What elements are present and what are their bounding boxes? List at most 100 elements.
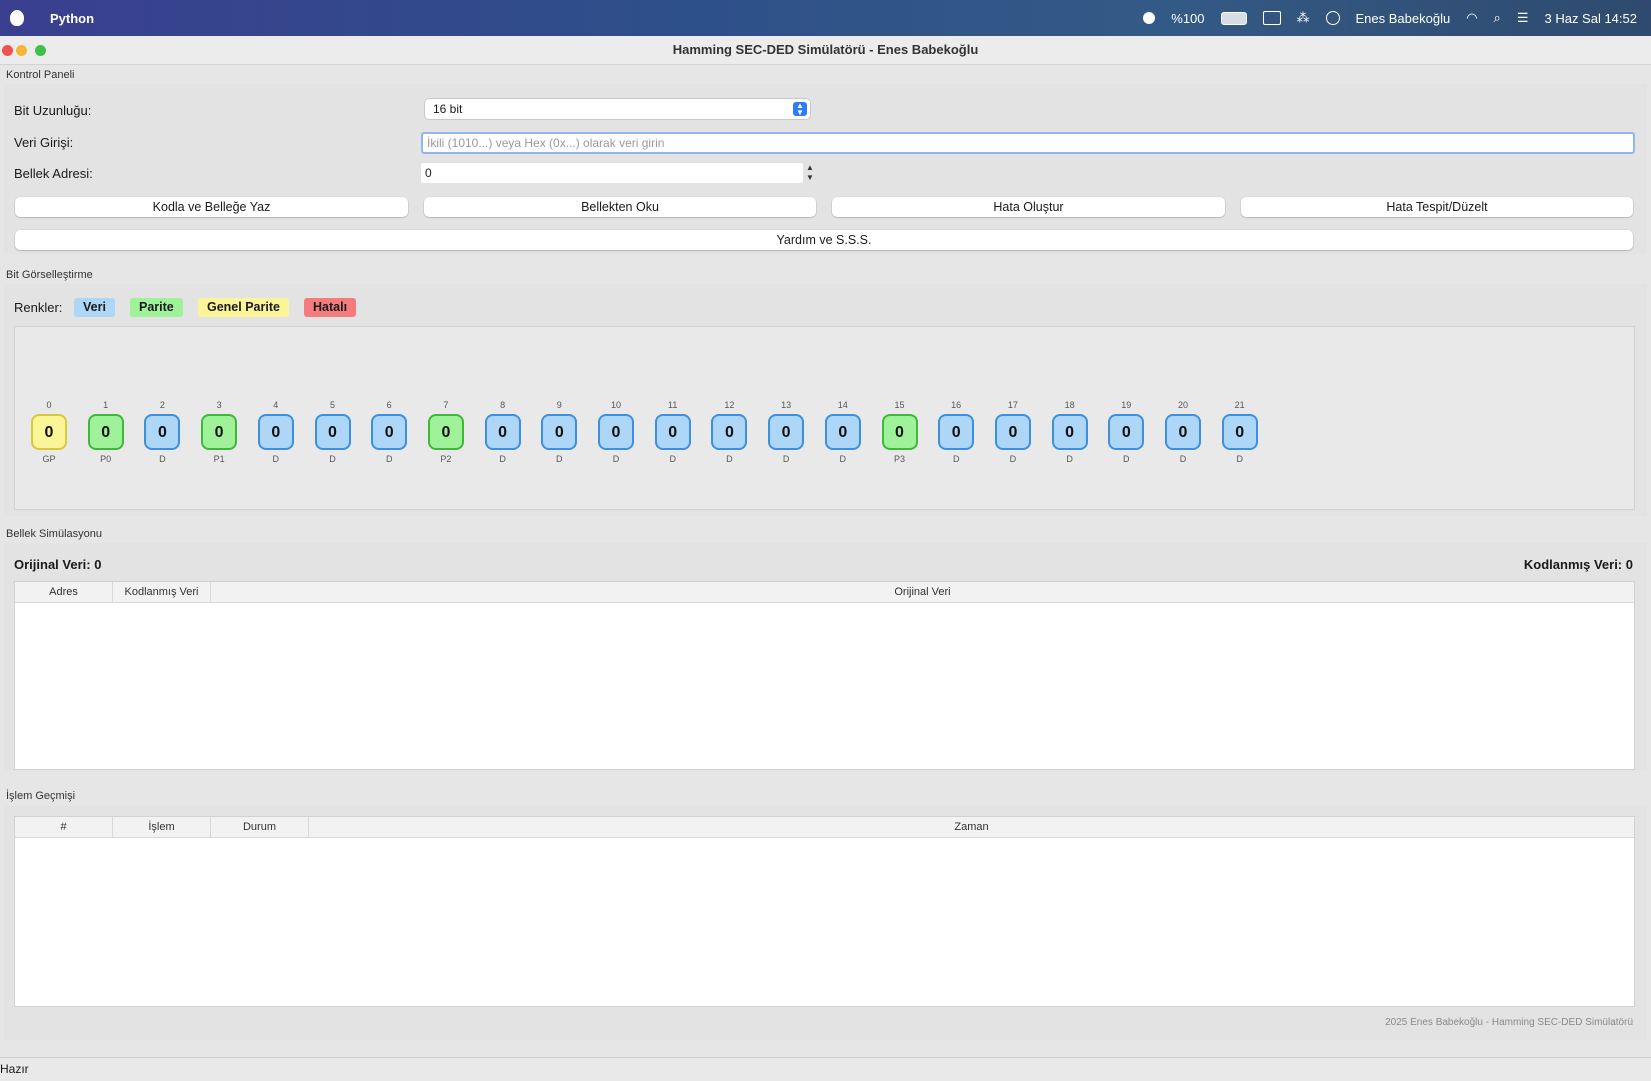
legend-general-parity: Genel Parite — [198, 298, 289, 317]
bit-value-box[interactable]: 0 — [994, 414, 1031, 450]
bit-value-box[interactable]: 0 — [938, 414, 975, 450]
bit-length-select[interactable]: 16 bit ▲ ▼ — [425, 99, 810, 119]
bit-length-value: 16 bit — [433, 102, 463, 116]
zoom-window-button[interactable] — [35, 45, 46, 56]
bit-value-box[interactable]: 0 — [314, 414, 351, 450]
spin-arrows-icon[interactable]: ▲ ▼ — [805, 163, 815, 183]
bit-index: 9 — [556, 400, 562, 410]
bit-value-box[interactable]: 0 — [484, 414, 521, 450]
bit-value-box[interactable]: 0 — [257, 414, 294, 450]
bit-cell[interactable]: 11 0 D — [647, 400, 699, 464]
encoded-data-label: Kodlanmış Veri: — [1523, 557, 1623, 572]
record-icon[interactable] — [1143, 12, 1156, 24]
control-panel-title: Kontrol Paneli — [6, 69, 75, 81]
user-name[interactable]: Enes Babekoğlu — [1356, 11, 1451, 26]
bit-value-box[interactable]: 0 — [1165, 414, 1201, 450]
bit-value-box[interactable]: 0 — [427, 414, 464, 450]
column-status[interactable]: Durum — [211, 817, 309, 837]
memory-address-spinbox[interactable]: 0 — [421, 163, 803, 183]
bit-cell[interactable]: 1 0 P0 — [80, 400, 132, 464]
play-icon[interactable] — [1325, 11, 1340, 25]
bit-cell[interactable]: 20 0 D — [1157, 400, 1209, 464]
detect-fix-button[interactable]: Hata Tespit/Düzelt — [1241, 197, 1633, 217]
bit-cell[interactable]: 10 0 D — [590, 400, 642, 464]
bit-index: 11 — [668, 400, 678, 410]
close-window-button[interactable] — [2, 45, 13, 56]
bit-cell[interactable]: 13 0 D — [760, 400, 812, 464]
bit-type-label: D — [839, 454, 847, 464]
bit-value-box[interactable]: 0 — [371, 414, 408, 450]
wifi-icon[interactable]: ◠ — [1466, 10, 1477, 26]
app-name[interactable]: Python — [50, 11, 94, 26]
bit-value-box[interactable]: 0 — [144, 414, 181, 450]
read-memory-button[interactable]: Bellekten Oku — [424, 197, 816, 217]
apple-icon[interactable] — [10, 10, 24, 26]
control-panel — [4, 84, 1647, 254]
encoded-data-value: 0 — [1625, 557, 1633, 572]
bit-cell[interactable]: 18 0 D — [1044, 400, 1096, 464]
battery-icon[interactable] — [1220, 11, 1247, 25]
search-icon[interactable]: ⌕ — [1494, 10, 1501, 26]
bit-value-box[interactable]: 0 — [541, 414, 578, 450]
column-operation[interactable]: İşlem — [113, 817, 211, 837]
bit-cell[interactable]: 19 0 D — [1100, 400, 1152, 464]
column-number[interactable]: # — [15, 817, 113, 837]
select-arrows-icon: ▲ ▼ — [793, 102, 807, 117]
bit-value-box[interactable]: 0 — [768, 414, 805, 450]
inject-error-button[interactable]: Hata Oluştur — [832, 197, 1225, 217]
bit-index: 14 — [837, 400, 848, 410]
encode-write-button[interactable]: Kodla ve Belleğe Yaz — [15, 197, 408, 217]
column-time[interactable]: Zaman — [309, 817, 1634, 837]
bit-value-box[interactable]: 0 — [1051, 414, 1088, 450]
bit-cell[interactable]: 6 0 D — [363, 400, 415, 464]
memory-table[interactable]: Adres Kodlanmış Veri Orijinal Veri — [14, 581, 1635, 770]
bit-cell[interactable]: 9 0 D — [533, 400, 585, 464]
bit-cell[interactable]: 17 0 D — [987, 400, 1039, 464]
bit-cell[interactable]: 2 0 D — [136, 400, 188, 464]
bit-cell[interactable]: 14 0 D — [817, 400, 869, 464]
control-center-icon[interactable]: ☰ — [1517, 10, 1529, 26]
bit-cell[interactable]: 4 0 D — [250, 400, 302, 464]
legend-data: Veri — [74, 298, 115, 317]
footer-note: 2025 Enes Babekoğlu - Hamming SEC-DED Si… — [1385, 1017, 1633, 1028]
bit-cell[interactable]: 3 0 P1 — [193, 400, 245, 464]
status-bar: Hazır — [0, 1057, 1651, 1081]
bit-type-label: D — [1123, 454, 1130, 464]
bit-index: 8 — [500, 400, 506, 410]
bit-value-box[interactable]: 0 — [1108, 414, 1145, 450]
bit-type-label: P3 — [893, 454, 905, 464]
bit-value-box[interactable]: 0 — [201, 414, 238, 450]
minimize-window-button[interactable] — [16, 45, 27, 56]
bit-type-label: P2 — [440, 454, 452, 464]
bit-cell[interactable]: 7 0 P2 — [420, 400, 472, 464]
bit-cell[interactable]: 21 0 D — [1214, 400, 1266, 464]
history-table[interactable]: # İşlem Durum Zaman — [14, 816, 1635, 1007]
weather-icon[interactable]: ⁂ — [1297, 10, 1310, 26]
bit-value-box[interactable]: 0 — [881, 414, 918, 450]
legend-error: Hatalı — [304, 298, 357, 317]
column-original-data[interactable]: Orijinal Veri — [211, 582, 1634, 602]
column-address[interactable]: Adres — [15, 582, 113, 602]
date-time[interactable]: 3 Haz Sal 14:52 — [1544, 11, 1637, 26]
bit-cell[interactable]: 0 0 GP — [23, 400, 75, 464]
bit-cell[interactable]: 16 0 D — [930, 400, 982, 464]
bit-type-label: D — [726, 454, 733, 464]
bit-index: 12 — [724, 400, 735, 410]
window-icon[interactable] — [1262, 11, 1281, 25]
bit-value-box[interactable]: 0 — [1221, 414, 1258, 450]
data-input-field[interactable] — [421, 132, 1635, 154]
help-faq-button[interactable]: Yardım ve S.S.S. — [15, 230, 1633, 250]
bit-cell[interactable]: 12 0 D — [703, 400, 755, 464]
bit-cell[interactable]: 5 0 D — [307, 400, 359, 464]
bit-value-box[interactable]: 0 — [824, 414, 861, 450]
bit-value-box[interactable]: 0 — [31, 414, 67, 450]
bit-index: 20 — [1177, 400, 1188, 410]
bit-grid: 0 0 GP 1 0 P0 2 0 D 3 0 P1 4 0 D 5 0 D 6 0 D 7 0 P2 8 0 D 9 0 D 10 0 D 11… — [14, 326, 1635, 510]
bit-value-box[interactable]: 0 — [654, 414, 691, 450]
bit-cell[interactable]: 15 0 P3 — [874, 400, 926, 464]
bit-value-box[interactable]: 0 — [711, 414, 748, 450]
column-encoded-data[interactable]: Kodlanmış Veri — [113, 582, 211, 602]
bit-value-box[interactable]: 0 — [87, 414, 124, 450]
bit-value-box[interactable]: 0 — [598, 414, 634, 450]
bit-cell[interactable]: 8 0 D — [477, 400, 529, 464]
